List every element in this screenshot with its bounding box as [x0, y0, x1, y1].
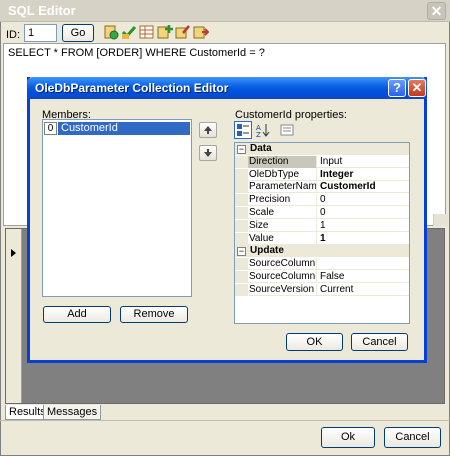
property-name: Value — [248, 232, 317, 245]
row-margin — [235, 271, 248, 283]
property-grid[interactable]: − Data Direction Input OleDbType Integer Param… — [234, 142, 410, 324]
property-row[interactable]: Scale 0 — [235, 207, 409, 219]
property-name: SourceColumn — [249, 258, 317, 271]
tab-messages[interactable]: Messages — [43, 405, 102, 420]
remove-button[interactable]: Remove — [120, 306, 188, 323]
row-margin — [235, 219, 248, 232]
property-name: Direction — [248, 155, 317, 168]
add-button[interactable]: Add — [43, 306, 111, 323]
property-row[interactable]: SourceVersion Current — [235, 283, 409, 296]
property-row[interactable]: Size 1 — [235, 219, 409, 232]
go-button[interactable]: Go — [62, 24, 94, 42]
property-pages-icon[interactable] — [278, 121, 296, 139]
property-value[interactable]: 0 — [318, 207, 409, 219]
properties-label: CustomerId properties: — [235, 109, 347, 121]
property-name: Size — [248, 219, 317, 232]
scrollbar[interactable] — [433, 214, 448, 226]
row-margin — [235, 168, 248, 181]
property-row[interactable]: Value 1 — [235, 232, 409, 245]
row-margin — [235, 194, 248, 207]
property-value[interactable]: 1 — [318, 233, 409, 245]
property-name: ParameterName — [249, 181, 317, 194]
dialog-close-icon[interactable]: ✕ — [408, 79, 426, 97]
ok-button[interactable]: Ok — [321, 427, 375, 448]
table-icon[interactable] — [139, 24, 155, 40]
dialog-titlebar[interactable]: OleDbParameter Collection Editor ? ✕ — [27, 77, 427, 99]
dialog-cancel-button[interactable]: Cancel — [351, 333, 408, 351]
run-query-icon[interactable] — [103, 24, 119, 40]
property-name: Scale — [248, 207, 317, 219]
row-margin — [235, 283, 248, 296]
row-margin — [235, 232, 248, 245]
row-margin — [235, 258, 248, 271]
property-value[interactable]: 1 — [318, 220, 409, 232]
category-label: Data — [250, 143, 272, 154]
property-name: OleDbType — [248, 168, 317, 181]
property-value[interactable]: Integer — [318, 169, 409, 181]
property-name: SourceColumnNu — [249, 271, 317, 283]
property-row[interactable]: OleDbType Integer — [235, 168, 409, 181]
property-category-data[interactable]: − Data — [235, 143, 409, 155]
sql-query-text: SELECT * FROM [ORDER] WHERE CustomerId =… — [8, 47, 265, 59]
help-icon[interactable]: ? — [388, 79, 406, 97]
id-input[interactable] — [24, 24, 57, 42]
list-item[interactable]: 0 CustomerId — [44, 122, 190, 135]
properties-toolbar: AZ — [234, 121, 410, 140]
current-row-icon — [11, 249, 16, 257]
category-label: Update — [250, 245, 284, 257]
property-value[interactable]: False — [318, 271, 409, 283]
dialog-ok-button[interactable]: OK — [286, 333, 343, 351]
arrow-up-icon — [204, 126, 212, 134]
member-index: 0 — [44, 122, 57, 135]
property-value[interactable]: Current — [318, 284, 409, 296]
cancel-button[interactable]: Cancel — [384, 427, 441, 448]
edit-icon[interactable] — [175, 24, 191, 40]
export-icon[interactable] — [193, 24, 210, 40]
property-name: Precision — [248, 194, 317, 207]
property-row[interactable]: SourceColumn — [235, 258, 409, 271]
move-up-button[interactable] — [199, 122, 217, 138]
property-value[interactable]: 0 — [318, 194, 409, 206]
add-icon[interactable] — [157, 24, 173, 40]
property-value[interactable]: Input — [318, 156, 409, 168]
property-row[interactable]: ParameterName CustomerId — [235, 181, 409, 194]
close-icon[interactable]: ✕ — [427, 2, 446, 20]
row-margin — [235, 181, 248, 194]
members-list[interactable]: 0 CustomerId — [42, 119, 192, 297]
arrow-down-icon — [204, 149, 212, 157]
collapse-icon[interactable]: − — [237, 247, 246, 257]
property-category-update[interactable]: − Update — [235, 245, 409, 258]
row-margin — [235, 207, 248, 219]
alphabetical-icon[interactable]: AZ — [254, 121, 272, 139]
row-header — [6, 229, 22, 403]
property-value[interactable] — [318, 258, 409, 270]
property-row[interactable]: Direction Input — [235, 155, 409, 168]
collapse-icon[interactable]: − — [237, 145, 246, 154]
property-value[interactable]: CustomerId — [318, 181, 409, 193]
svg-text:Z: Z — [256, 131, 261, 138]
property-name: SourceVersion — [248, 283, 317, 296]
row-margin — [235, 155, 248, 168]
check-icon[interactable] — [121, 24, 137, 40]
divider — [0, 420, 450, 421]
window-title: SQL Editor — [8, 3, 76, 18]
dialog-title: OleDbParameter Collection Editor — [35, 81, 229, 95]
move-down-button[interactable] — [199, 145, 217, 161]
id-label: ID: — [6, 29, 21, 41]
member-name: CustomerId — [58, 122, 190, 135]
categorized-icon[interactable] — [234, 121, 252, 139]
sql-editor-titlebar[interactable]: SQL Editor ✕ — [0, 0, 450, 22]
property-row[interactable]: Precision 0 — [235, 194, 409, 207]
property-row[interactable]: SourceColumnNuFalse — [235, 271, 409, 283]
